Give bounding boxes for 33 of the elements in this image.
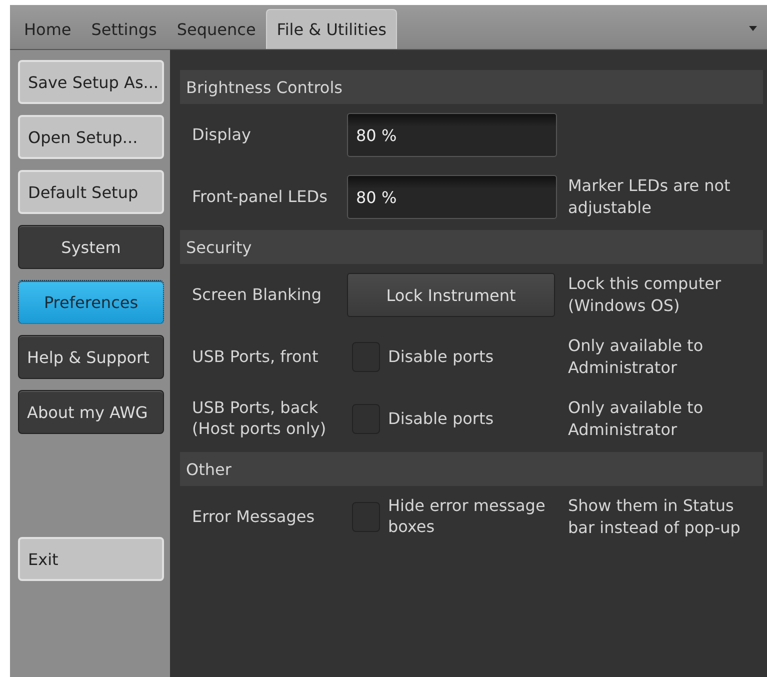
sidebar-button[interactable]: Save Setup As... xyxy=(18,60,164,104)
sidebar-button[interactable]: Preferences xyxy=(18,280,164,324)
tab[interactable]: Settings xyxy=(81,9,167,49)
note-text: Only available to Administrator xyxy=(567,335,704,379)
input-field[interactable]: 80 % xyxy=(347,175,557,219)
section-header: Other xyxy=(180,452,763,486)
tab[interactable]: File & Utilities xyxy=(266,9,398,49)
setting-label: Front-panel LEDs xyxy=(192,186,328,208)
note-text: Only available to Administrator xyxy=(567,397,704,441)
sidebar-button[interactable]: Help & Support xyxy=(18,335,164,379)
sidebar-button[interactable]: System xyxy=(18,225,164,269)
setting-label: Screen Blanking xyxy=(192,284,322,306)
sidebar-button[interactable]: Open Setup... xyxy=(18,115,164,159)
section-header: Security xyxy=(180,230,763,264)
tab[interactable]: Sequence xyxy=(166,9,266,49)
tab[interactable]: Home xyxy=(14,9,82,49)
checkbox-label[interactable]: Disable ports xyxy=(388,408,494,430)
lock-button[interactable]: Lock Instrument xyxy=(347,273,555,317)
setting-label: USB Ports, front xyxy=(192,346,320,368)
exit-button[interactable]: Exit xyxy=(18,537,164,581)
setting-label: Error Messages xyxy=(192,506,316,528)
checkbox-label[interactable]: Hide error message boxes xyxy=(388,496,559,538)
setting-label: USB Ports, back (Host ports only) xyxy=(192,398,328,440)
checkbox-label[interactable]: Disable ports xyxy=(388,346,494,368)
sidebar-button[interactable]: About my AWG xyxy=(18,390,164,434)
note-text: Show them in Status bar instead of pop-up xyxy=(567,495,742,539)
note-text: Lock this computer (Windows OS) xyxy=(567,273,722,317)
section-header: Brightness Controls xyxy=(180,70,763,104)
caret-icon[interactable] xyxy=(749,26,757,31)
sidebar-button[interactable]: Default Setup xyxy=(18,170,164,214)
note-text: Marker LEDs are not adjustable xyxy=(567,175,732,219)
setting-label: Display xyxy=(192,124,252,146)
input-field[interactable]: 80 % xyxy=(347,113,557,157)
